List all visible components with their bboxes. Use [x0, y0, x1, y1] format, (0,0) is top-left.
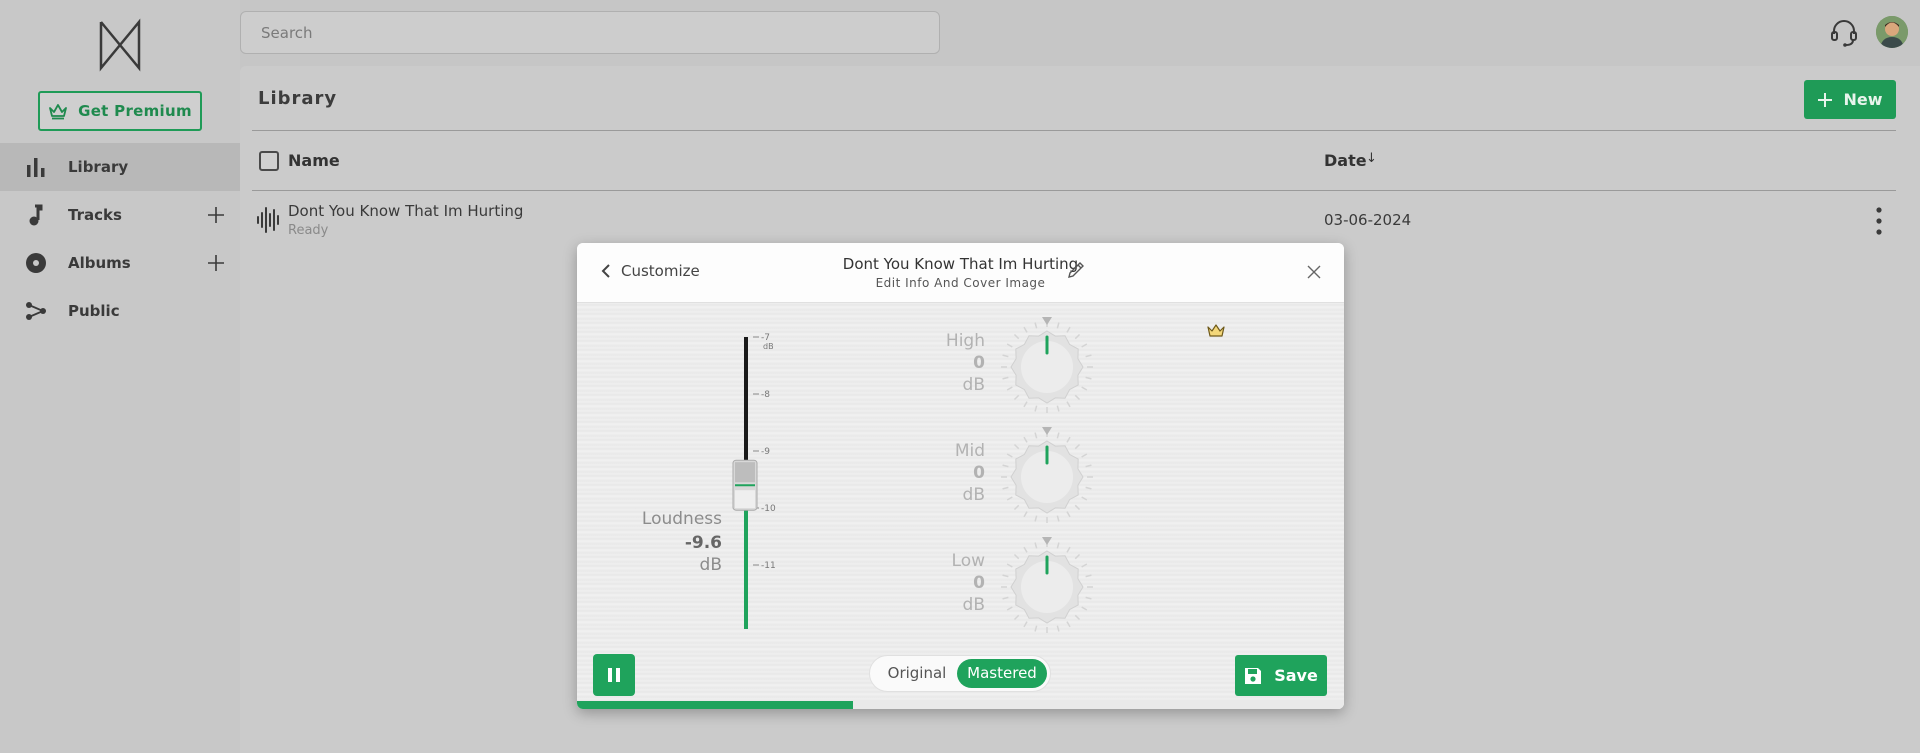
- pause-icon: [608, 668, 620, 682]
- eq-high-unit: dB: [962, 375, 985, 395]
- modal-track-title: Dont You Know That Im Hurting: [842, 255, 1079, 273]
- modal-body: Loudness -9.6 dB -7 -8 -9 -10 -11 dB High 0 …: [577, 303, 1344, 709]
- get-premium-label: Get Premium: [78, 102, 192, 120]
- playback-progress-fill: [577, 701, 854, 709]
- modal-header: Customize Dont You Know That Im Hurting …: [577, 243, 1344, 303]
- add-album-icon[interactable]: [204, 251, 228, 275]
- app-logo[interactable]: [97, 18, 143, 72]
- loudness-unit: dB: [699, 555, 722, 575]
- sidebar-item-label: Public: [68, 302, 120, 320]
- loudness-fader[interactable]: -7-8-9-10-11 dB: [727, 333, 807, 633]
- eq-low-unit: dB: [962, 595, 985, 615]
- pause-button[interactable]: [593, 654, 635, 696]
- fader-tick-label: -11: [761, 561, 776, 571]
- more-options-icon[interactable]: [1870, 206, 1888, 236]
- eq-high-value: 0: [973, 353, 985, 373]
- divider: [252, 130, 1896, 131]
- save-button[interactable]: Save: [1235, 655, 1327, 696]
- column-header-name[interactable]: Name: [288, 151, 340, 170]
- sidebar-item-library[interactable]: Library: [0, 143, 240, 191]
- toggle-mastered[interactable]: Mastered: [957, 659, 1047, 688]
- plus-icon: [1818, 92, 1833, 107]
- close-icon[interactable]: [1303, 261, 1325, 283]
- save-label: Save: [1274, 666, 1318, 685]
- eq-high-label: High: [945, 331, 985, 351]
- playback-progress-bar[interactable]: [577, 701, 1344, 709]
- sidebar-item-albums[interactable]: Albums: [0, 239, 240, 287]
- user-avatar[interactable]: [1876, 16, 1908, 48]
- get-premium-button[interactable]: Get Premium: [38, 91, 202, 131]
- floppy-disk-icon: [1245, 667, 1262, 684]
- headset-support-icon[interactable]: [1828, 17, 1860, 49]
- divider: [252, 190, 1896, 191]
- pencil-edit-icon[interactable]: [1066, 260, 1086, 280]
- disc-icon: [24, 251, 48, 275]
- original-mastered-toggle[interactable]: Original Mastered: [869, 655, 1051, 692]
- music-note-icon: [24, 203, 48, 227]
- toggle-original[interactable]: Original: [876, 659, 958, 688]
- eq-mid-value: 0: [973, 463, 985, 483]
- add-track-icon[interactable]: [204, 203, 228, 227]
- fader-tick-label: -8: [761, 390, 770, 400]
- track-date: 03-06-2024: [1324, 211, 1412, 229]
- select-all-checkbox[interactable]: [259, 151, 279, 171]
- new-button-label: New: [1843, 90, 1883, 109]
- search-input[interactable]: [241, 12, 939, 53]
- eq-mid-unit: dB: [962, 485, 985, 505]
- bar-chart-icon: [24, 155, 48, 179]
- sort-arrow-icon[interactable]: ↓: [1366, 151, 1377, 166]
- fader-tick-label: -9: [761, 447, 770, 457]
- loudness-value: -9.6: [684, 533, 722, 553]
- eq-mid-label: Mid: [954, 441, 985, 461]
- eq-mid-knob[interactable]: [997, 425, 1097, 525]
- search-bar[interactable]: [240, 11, 940, 54]
- sidebar-item-label: Albums: [68, 254, 131, 272]
- sidebar-item-label: Library: [68, 158, 129, 176]
- crown-icon: [49, 104, 67, 120]
- edit-info-link[interactable]: Edit Info And Cover Image: [577, 276, 1344, 290]
- sidebar-item-tracks[interactable]: Tracks: [0, 191, 240, 239]
- loudness-label: Loudness: [641, 509, 722, 529]
- sidebar-item-label: Tracks: [68, 206, 122, 224]
- sidebar: Get Premium Library Tracks Albums Public: [0, 0, 240, 753]
- fader-unit-label: dB: [763, 342, 774, 351]
- premium-crown-icon: [1207, 324, 1225, 337]
- sidebar-item-public[interactable]: Public: [0, 287, 240, 335]
- mastering-modal: Customize Dont You Know That Im Hurting …: [577, 243, 1344, 709]
- page-title: Library: [258, 88, 338, 109]
- eq-low-value: 0: [973, 573, 985, 593]
- column-header-date[interactable]: Date: [1324, 151, 1367, 170]
- fader-tick-label: -10: [761, 504, 776, 514]
- waveform-icon: [257, 207, 279, 233]
- eq-low-label: Low: [951, 551, 985, 571]
- share-icon: [24, 299, 48, 323]
- track-status: Ready: [288, 223, 329, 238]
- eq-low-knob[interactable]: [997, 535, 1097, 635]
- new-button[interactable]: New: [1804, 80, 1896, 119]
- eq-high-knob[interactable]: [997, 315, 1097, 415]
- track-title[interactable]: Dont You Know That Im Hurting: [288, 202, 523, 220]
- fader-thumb[interactable]: [732, 459, 758, 511]
